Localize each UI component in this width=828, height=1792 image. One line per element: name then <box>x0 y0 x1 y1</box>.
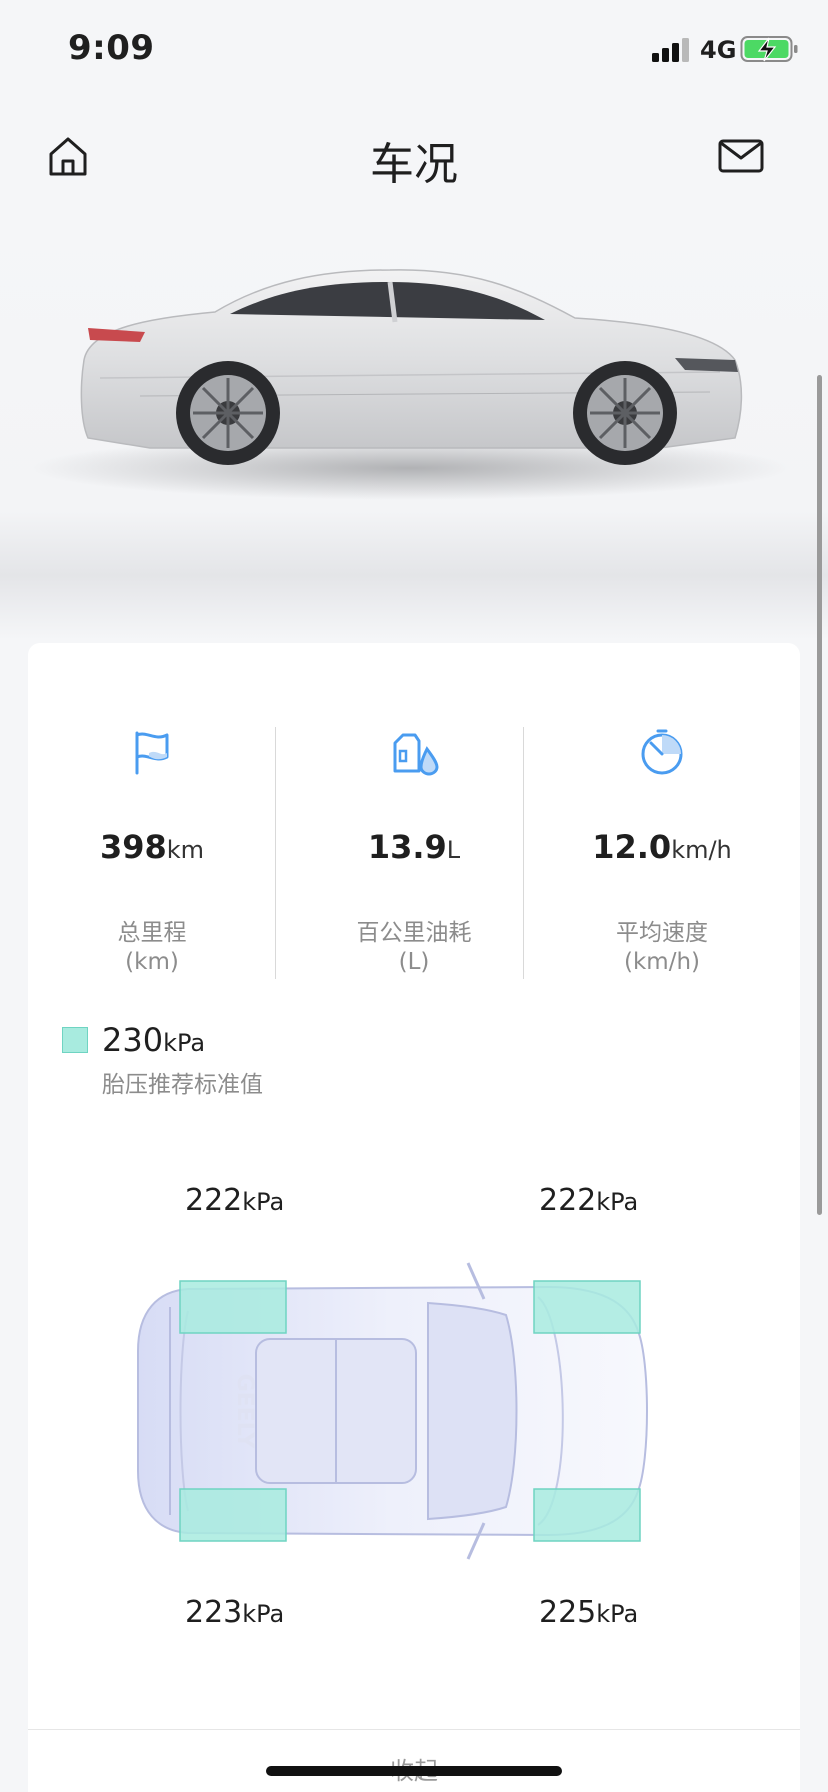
stat-value: 12.0 <box>592 828 672 866</box>
tire-pressure-unit: kPa <box>596 1600 639 1628</box>
stat-label: 百公里油耗 <box>356 920 472 946</box>
standard-pressure-caption: 胎压推荐标准值 <box>102 1072 263 1098</box>
status-bar: 9:09 4G <box>0 0 828 100</box>
vehicle-status-card: 398km 总里程 (km) 13.9L 百公里油耗 (L) 12.0km/h … <box>28 643 800 1792</box>
stat-unit-caption: (km) <box>125 949 179 975</box>
stat-divider <box>275 727 276 979</box>
scroll-indicator[interactable] <box>817 375 822 1215</box>
tire-pressure-legend: 230kPa 胎压推荐标准值 <box>62 1021 462 1101</box>
stat-unit: km <box>166 836 205 864</box>
mail-icon[interactable] <box>718 136 764 176</box>
stat-unit-caption: (L) <box>398 949 430 975</box>
speedometer-icon <box>641 729 683 775</box>
stat-label: 平均速度 <box>616 920 708 946</box>
tire-front-left: 222kPa <box>185 1183 385 1218</box>
stat-value: 398 <box>99 828 167 866</box>
tire-rear-right: 225kPa <box>539 1595 739 1630</box>
stat-unit: km/h <box>671 836 732 864</box>
flag-icon <box>135 731 169 775</box>
car-side-image <box>0 210 828 640</box>
home-indicator[interactable] <box>266 1766 562 1776</box>
stat-divider <box>523 727 524 979</box>
status-time: 9:09 <box>68 28 155 68</box>
stat-total-mileage: 398km 总里程 (km) <box>28 683 276 975</box>
app-header: 车况 <box>0 110 828 200</box>
car-top-view-diagram: GEELY <box>137 1262 648 1560</box>
network-type: 4G <box>700 36 737 64</box>
cellular-signal-icon <box>652 38 690 62</box>
tire-pressure-value: 222 <box>539 1183 597 1218</box>
tire-rear-left: 223kPa <box>185 1595 385 1630</box>
tire-pressure-value: 225 <box>539 1595 597 1630</box>
card-divider <box>28 1729 800 1730</box>
fuel-drop-icon <box>393 733 439 776</box>
tire-pressure-value: 222 <box>185 1183 243 1218</box>
stat-fuel-consumption: 13.9L 百公里油耗 (L) <box>290 683 538 975</box>
stat-label: 总里程 <box>117 920 187 946</box>
stat-average-speed: 12.0km/h 平均速度 (km/h) <box>538 683 786 975</box>
tire-pressure-unit: kPa <box>242 1600 285 1628</box>
battery-charging-icon <box>740 36 798 62</box>
standard-pressure-value: 230 <box>102 1021 164 1059</box>
standard-pressure-unit: kPa <box>163 1029 206 1057</box>
legend-swatch <box>62 1027 88 1053</box>
car-brand-watermark: GEELY <box>232 1374 257 1450</box>
tire-rear-left-marker <box>179 1488 287 1542</box>
tire-front-right: 222kPa <box>539 1183 739 1218</box>
tire-rear-right-marker <box>533 1488 641 1542</box>
stat-value: 13.9 <box>367 828 447 866</box>
tire-pressure-unit: kPa <box>596 1188 639 1216</box>
stat-unit: L <box>446 836 461 864</box>
tire-pressure-value: 223 <box>185 1595 243 1630</box>
tire-front-right-marker <box>533 1280 641 1334</box>
stat-unit-caption: (km/h) <box>624 949 700 975</box>
page-title: 车况 <box>370 139 458 190</box>
tire-front-left-marker <box>179 1280 287 1334</box>
trip-stats: 398km 总里程 (km) 13.9L 百公里油耗 (L) 12.0km/h … <box>28 683 800 979</box>
tire-pressure-unit: kPa <box>242 1188 285 1216</box>
